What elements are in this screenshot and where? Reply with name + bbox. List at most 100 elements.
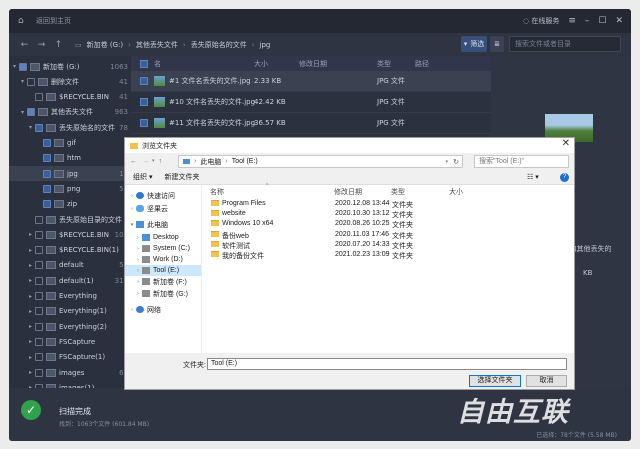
tree-item[interactable]: ▸Everything(2)6 <box>9 319 131 334</box>
folder-field[interactable]: Tool (E:) <box>207 358 567 370</box>
dialog-nav-item[interactable]: › Tool (E:) <box>125 265 201 276</box>
back-home-link[interactable]: 返回到主页 <box>36 16 71 26</box>
tree-checkbox[interactable] <box>35 292 43 300</box>
tree-checkbox[interactable] <box>35 337 43 346</box>
view-options-icon[interactable]: ☷ ▾ <box>527 173 539 181</box>
tree-item[interactable]: jpg18 <box>9 166 131 182</box>
tree-checkbox[interactable] <box>19 62 27 71</box>
recent-dropdown-icon[interactable]: ▾ <box>152 158 155 164</box>
tree-checkbox[interactable] <box>43 154 51 163</box>
tree-checkbox[interactable] <box>35 123 43 132</box>
tree-checkbox[interactable] <box>35 261 43 270</box>
dialog-search-input[interactable]: 搜索"Tool (E:)" <box>474 155 569 168</box>
tree-checkbox[interactable] <box>35 353 43 362</box>
home-icon[interactable]: ⌂ <box>18 16 30 26</box>
column-header-date[interactable]: 修改日期 <box>334 187 362 197</box>
column-header-size[interactable]: 大小 <box>254 59 299 69</box>
dialog-nav-item[interactable]: ▾ 此电脑 <box>125 219 201 230</box>
select-all-checkbox[interactable] <box>140 59 148 68</box>
tree-item[interactable]: ▸FSCapture2 <box>9 334 131 349</box>
path-item[interactable]: 此电脑 <box>200 157 221 167</box>
tree-item[interactable]: gif <box>9 136 131 151</box>
new-folder-button[interactable]: 新建文件夹 <box>164 172 199 182</box>
breadcrumb-item[interactable]: 丢失原始名的文件 <box>191 40 247 50</box>
select-folder-button[interactable]: 选择文件夹 <box>469 375 521 387</box>
expand-icon[interactable]: › <box>134 291 142 297</box>
back-arrow-icon[interactable]: ← <box>18 40 31 50</box>
path-dropdown-icon[interactable]: ▾ <box>445 159 448 165</box>
breadcrumb-item[interactable]: 新加卷 (G:) <box>87 40 123 50</box>
filter-button[interactable]: ▾ 筛选 <box>461 36 487 52</box>
tree-item[interactable]: $RECYCLE.BIN 41 <box>9 90 131 105</box>
dialog-close-icon[interactable]: ✕ <box>562 138 570 149</box>
column-header-name[interactable]: 名称 <box>210 187 224 197</box>
menu-icon[interactable]: ≡ <box>568 16 576 26</box>
tree-item[interactable]: ▸ $RECYCLE.BIN 109 <box>9 227 131 242</box>
expand-icon[interactable]: › <box>134 279 142 285</box>
folder-row[interactable]: 备份web 2020.11.03 17:46 文件夹 <box>202 230 575 240</box>
tree-item[interactable]: ▾ 新加卷 (G:) 1063 <box>9 59 131 74</box>
back-arrow-icon[interactable]: ← <box>130 158 137 165</box>
expand-icon[interactable]: › <box>134 268 142 274</box>
column-header-size[interactable]: 大小 <box>449 187 463 197</box>
file-checkbox[interactable] <box>140 77 148 85</box>
help-icon[interactable]: ? <box>560 172 569 182</box>
dialog-nav-item[interactable]: › 网络 <box>125 304 201 315</box>
column-header-name[interactable]: 名 <box>154 59 254 69</box>
folder-row[interactable]: 软件测试 2020.07.20 14:33 文件夹 <box>202 240 575 250</box>
tree-item[interactable]: htm <box>9 151 131 166</box>
path-item[interactable]: Tool (E:) <box>232 158 258 165</box>
column-header-date[interactable]: 修改日期 <box>299 59 377 69</box>
expand-icon[interactable]: › <box>128 206 136 212</box>
file-row[interactable]: #10 文件名丢失的文件.jpg 42.42 KB JPG 文件 <box>131 92 491 113</box>
tree-item[interactable]: ▾ 删除文件 41 <box>9 74 131 89</box>
tree-item[interactable]: ▾ 其他丢失文件 963 <box>9 105 131 120</box>
tree-item[interactable]: ▾ 丢失原始名的文件 78 <box>9 120 131 135</box>
up-arrow-icon[interactable]: ↑ <box>159 158 163 165</box>
dialog-nav-item[interactable]: › 快速访问 <box>125 190 201 201</box>
tree-checkbox[interactable] <box>35 368 43 377</box>
folder-row[interactable]: Program Files 2020.12.08 13:44 文件夹 <box>202 199 575 209</box>
tree-checkbox[interactable] <box>43 139 51 147</box>
file-row[interactable]: #11 文件名丢失的文件.jpg 36.57 KB JPG 文件 <box>131 113 491 134</box>
tree-item[interactable]: ▸FSCapture(1)3 <box>9 350 131 365</box>
tree-item[interactable]: png57 <box>9 181 131 196</box>
tree-checkbox[interactable] <box>35 307 43 316</box>
column-header-type[interactable]: 类型 <box>391 187 405 197</box>
folder-row[interactable]: website 2020.10.30 13:12 文件夹 <box>202 209 575 219</box>
dialog-nav-item[interactable]: › 新加卷 (G:) <box>125 288 201 299</box>
expand-icon[interactable]: › <box>134 257 142 263</box>
tree-item[interactable]: ▸images63 <box>9 365 131 380</box>
expand-icon[interactable]: › <box>134 235 142 241</box>
tree-checkbox[interactable] <box>35 322 43 331</box>
tree-item[interactable]: ▸ images(1) <box>9 380 131 388</box>
file-checkbox[interactable] <box>140 98 148 106</box>
dialog-nav-item[interactable]: › Work (D:) <box>125 254 201 265</box>
dialog-nav-item[interactable]: › 新加卷 (F:) <box>125 276 201 287</box>
tree-item[interactable]: 丢失原始目录的文件 <box>9 212 131 227</box>
search-input[interactable]: 搜索文件或者目录 <box>509 36 621 52</box>
tree-item[interactable]: ▸ default(1) 315 <box>9 273 131 288</box>
minimize-icon[interactable]: – <box>585 16 590 26</box>
tree-checkbox[interactable] <box>43 200 51 209</box>
tree-checkbox[interactable] <box>35 93 43 102</box>
tree-checkbox[interactable] <box>43 169 51 178</box>
support-link[interactable]: ◌ 在线服务 <box>523 16 559 26</box>
expand-icon[interactable]: › <box>128 193 136 199</box>
column-header-type[interactable]: 类型 <box>377 59 415 69</box>
tree-checkbox[interactable] <box>35 215 43 224</box>
up-arrow-icon[interactable]: ↑ <box>52 40 65 50</box>
tree-item[interactable]: ▸Everything9 <box>9 289 131 304</box>
forward-arrow-icon[interactable]: → <box>35 40 48 50</box>
expand-icon[interactable]: ▾ <box>128 222 136 228</box>
close-icon[interactable]: ✕ <box>615 16 623 26</box>
tree-checkbox[interactable] <box>27 108 35 117</box>
file-row[interactable]: #1 文件名丢失的文件.jpg 2.33 KB JPG 文件 <box>131 71 491 92</box>
tree-checkbox[interactable] <box>35 230 43 239</box>
maximize-icon[interactable]: ☐ <box>598 16 606 26</box>
tree-item[interactable]: ▸default54 <box>9 258 131 273</box>
expand-icon[interactable]: › <box>134 246 142 252</box>
breadcrumb-item[interactable]: 其他丢失文件 <box>136 40 178 50</box>
tree-item[interactable]: ▸$RECYCLE.BIN(1)1 <box>9 243 131 258</box>
folder-row[interactable]: Windows 10 x64 2020.08.26 10:25 文件夹 <box>202 219 575 229</box>
